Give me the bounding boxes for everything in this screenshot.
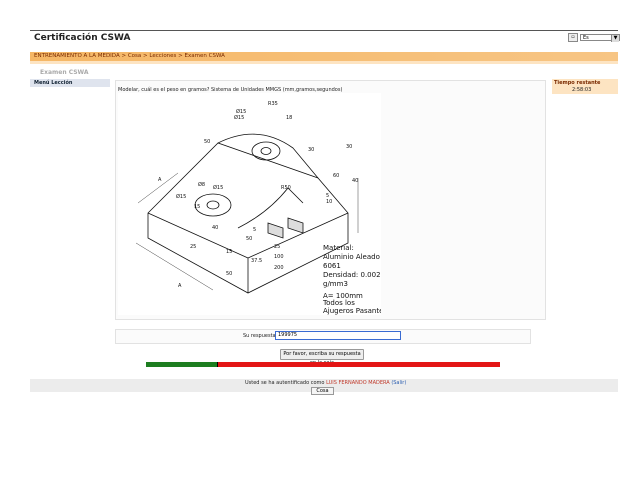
dim-label: R50 bbox=[281, 185, 291, 191]
language-select-value: Es bbox=[583, 34, 589, 41]
dim-label: Ø15 bbox=[213, 184, 223, 191]
dim-label: 15 bbox=[194, 204, 200, 210]
dim-label: 25 bbox=[274, 244, 280, 250]
dim-label: 30 bbox=[308, 147, 314, 153]
header-divider bbox=[30, 30, 618, 31]
dim-label: 15 bbox=[226, 249, 232, 255]
dim-label: 200 bbox=[274, 265, 284, 271]
language-select[interactable]: Es ▼ bbox=[580, 33, 620, 42]
submit-button[interactable]: Por favor, escriba su respuesta en la ca… bbox=[280, 349, 364, 366]
dim-label: 25 bbox=[190, 244, 196, 250]
breadcrumb: ENTRENAMIENTO A LA MEDIDA > Cosa > Lecci… bbox=[30, 52, 618, 61]
material-line: 6061 bbox=[323, 262, 341, 270]
lesson-menu-block[interactable]: Menú Lección bbox=[30, 79, 110, 87]
dim-label: 50 bbox=[246, 236, 252, 242]
site-title: Certificación CSWA bbox=[34, 33, 131, 43]
dim-label: Ø15 bbox=[234, 114, 244, 121]
language-button[interactable]: ▫ bbox=[568, 32, 578, 42]
part-drawing: R35 Ø15 Ø15 18 50 30 30 60 40 A R50 Ø15 … bbox=[118, 93, 381, 315]
dim-label: 60 bbox=[333, 173, 339, 179]
material-line: g/mm3 bbox=[323, 280, 348, 288]
page-heading: Examen CSWA bbox=[40, 69, 89, 76]
user-link[interactable]: LUIS FERNANDO MADERA bbox=[326, 380, 390, 386]
progress-bar bbox=[146, 362, 500, 367]
hole-top bbox=[260, 147, 272, 155]
dim-label: R35 bbox=[268, 101, 278, 107]
login-prefix: Usted se ha autentificado como bbox=[245, 380, 325, 386]
timer-label: Tiempo restante bbox=[554, 80, 601, 86]
footer-button[interactable]: Cosa bbox=[311, 387, 334, 395]
progress-marker bbox=[217, 362, 218, 367]
dim-label: 30 bbox=[346, 144, 352, 150]
answer-label: Su respuesta: bbox=[243, 333, 278, 339]
material-line: Aluminio Aleado bbox=[323, 253, 380, 261]
progress-fill bbox=[146, 362, 217, 367]
dim-label: 50 bbox=[204, 139, 210, 145]
dim-label: 37.5 bbox=[251, 258, 262, 264]
logout-link[interactable]: (Salir) bbox=[391, 380, 406, 386]
dim-label: Ø8 bbox=[198, 181, 205, 188]
breadcrumb-item-cosa[interactable]: Cosa bbox=[128, 53, 141, 59]
material-line: Ajugeros Pasantes bbox=[323, 307, 381, 315]
breadcrumb-item-home[interactable]: ENTRENAMIENTO A LA MEDIDA bbox=[34, 53, 120, 59]
dim-label: Ø15 bbox=[176, 193, 186, 200]
language-selector-area: ▫ Es ▼ bbox=[568, 32, 620, 42]
dim-label: 50 bbox=[226, 271, 232, 277]
breadcrumb-item-lecciones[interactable]: Lecciones bbox=[149, 53, 176, 59]
dim-label: A bbox=[158, 177, 162, 183]
dim-label: 18 bbox=[286, 115, 292, 121]
dim-label: Ø15 bbox=[236, 108, 246, 115]
dim-label: A bbox=[178, 283, 182, 289]
dim-label: 100 bbox=[274, 254, 284, 260]
chevron-down-icon[interactable]: ▼ bbox=[611, 34, 619, 42]
material-line: Densidad: 0.0027 bbox=[323, 271, 381, 279]
boss-top bbox=[251, 141, 281, 161]
timer-value: 2:58:03 bbox=[572, 87, 592, 93]
answer-input[interactable] bbox=[275, 331, 401, 340]
material-line: Todos los bbox=[322, 299, 355, 307]
dim-label: 40 bbox=[212, 225, 218, 231]
nav-band bbox=[30, 61, 618, 64]
dim-label: 40 bbox=[352, 178, 358, 184]
dim-label: 10 bbox=[326, 199, 332, 205]
material-line: Material: bbox=[323, 244, 354, 252]
dim-label: 5 bbox=[253, 227, 256, 233]
breadcrumb-item-current: Examen CSWA bbox=[184, 53, 225, 59]
login-info: Usted se ha autentificado como LUIS FERN… bbox=[245, 380, 406, 386]
